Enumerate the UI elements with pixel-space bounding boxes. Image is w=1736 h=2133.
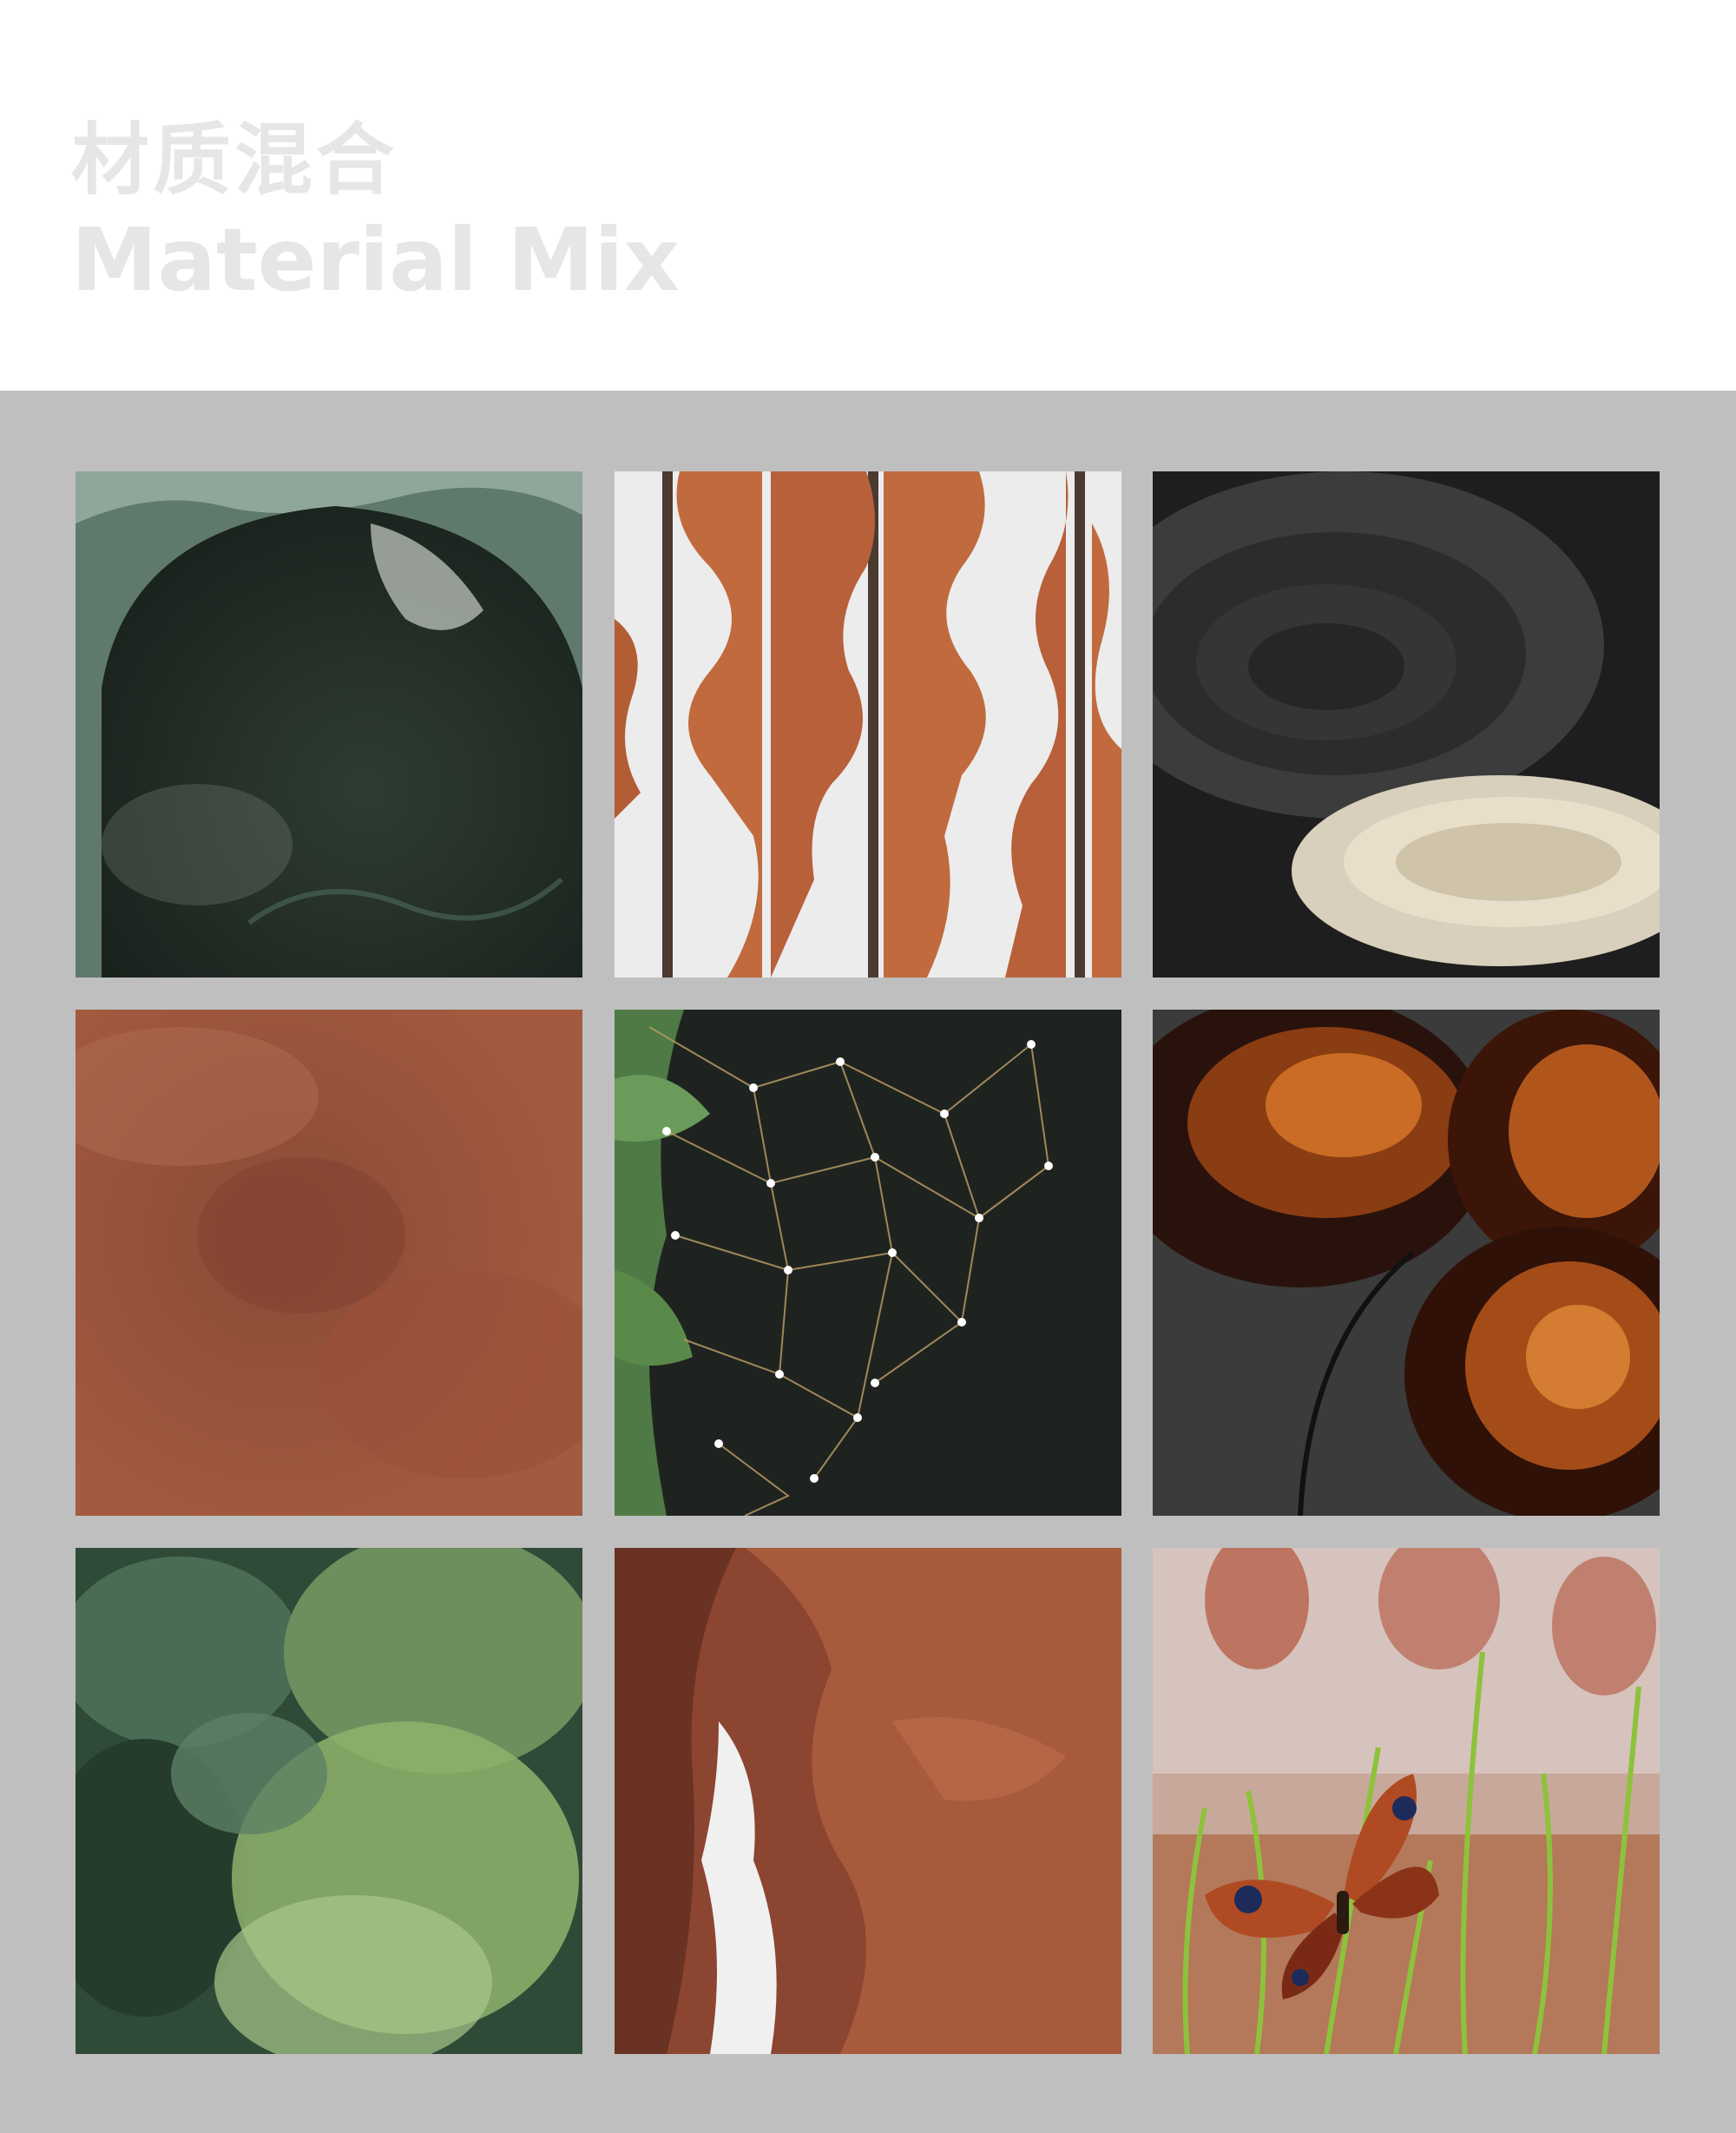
- image-grid-panel: [0, 391, 1736, 2133]
- tile-wire-light-net: [615, 1010, 1121, 1516]
- green-marble-arch-image: [76, 471, 582, 978]
- porous-stone-image: [1153, 471, 1660, 978]
- amber-glass-lamp-image: [1153, 1010, 1660, 1516]
- tile-green-marble-arch: [76, 471, 582, 978]
- butterfly-sprouts-image: [1153, 1548, 1660, 2054]
- tile-butterfly-sprouts: [1153, 1548, 1660, 2054]
- tile-porous-stone: [1153, 471, 1660, 978]
- tile-sandstone-canyon: [615, 1548, 1121, 2054]
- tile-leather-screen: [615, 471, 1121, 978]
- tile-foliage-wall: [76, 1548, 582, 2054]
- header: 材质混合 Material Mix: [0, 0, 1736, 391]
- page-title-en: Material Mix: [71, 209, 681, 311]
- tile-rust-suede: [76, 1010, 582, 1516]
- wire-light-net-image: [615, 1010, 1121, 1516]
- foliage-wall-image: [76, 1548, 582, 2054]
- page-title-cn: 材质混合: [71, 115, 398, 206]
- tile-amber-glass-lamp: [1153, 1010, 1660, 1516]
- sandstone-canyon-image: [615, 1548, 1121, 2054]
- rust-suede-image: [76, 1010, 582, 1516]
- leather-screen-image: [615, 471, 1121, 978]
